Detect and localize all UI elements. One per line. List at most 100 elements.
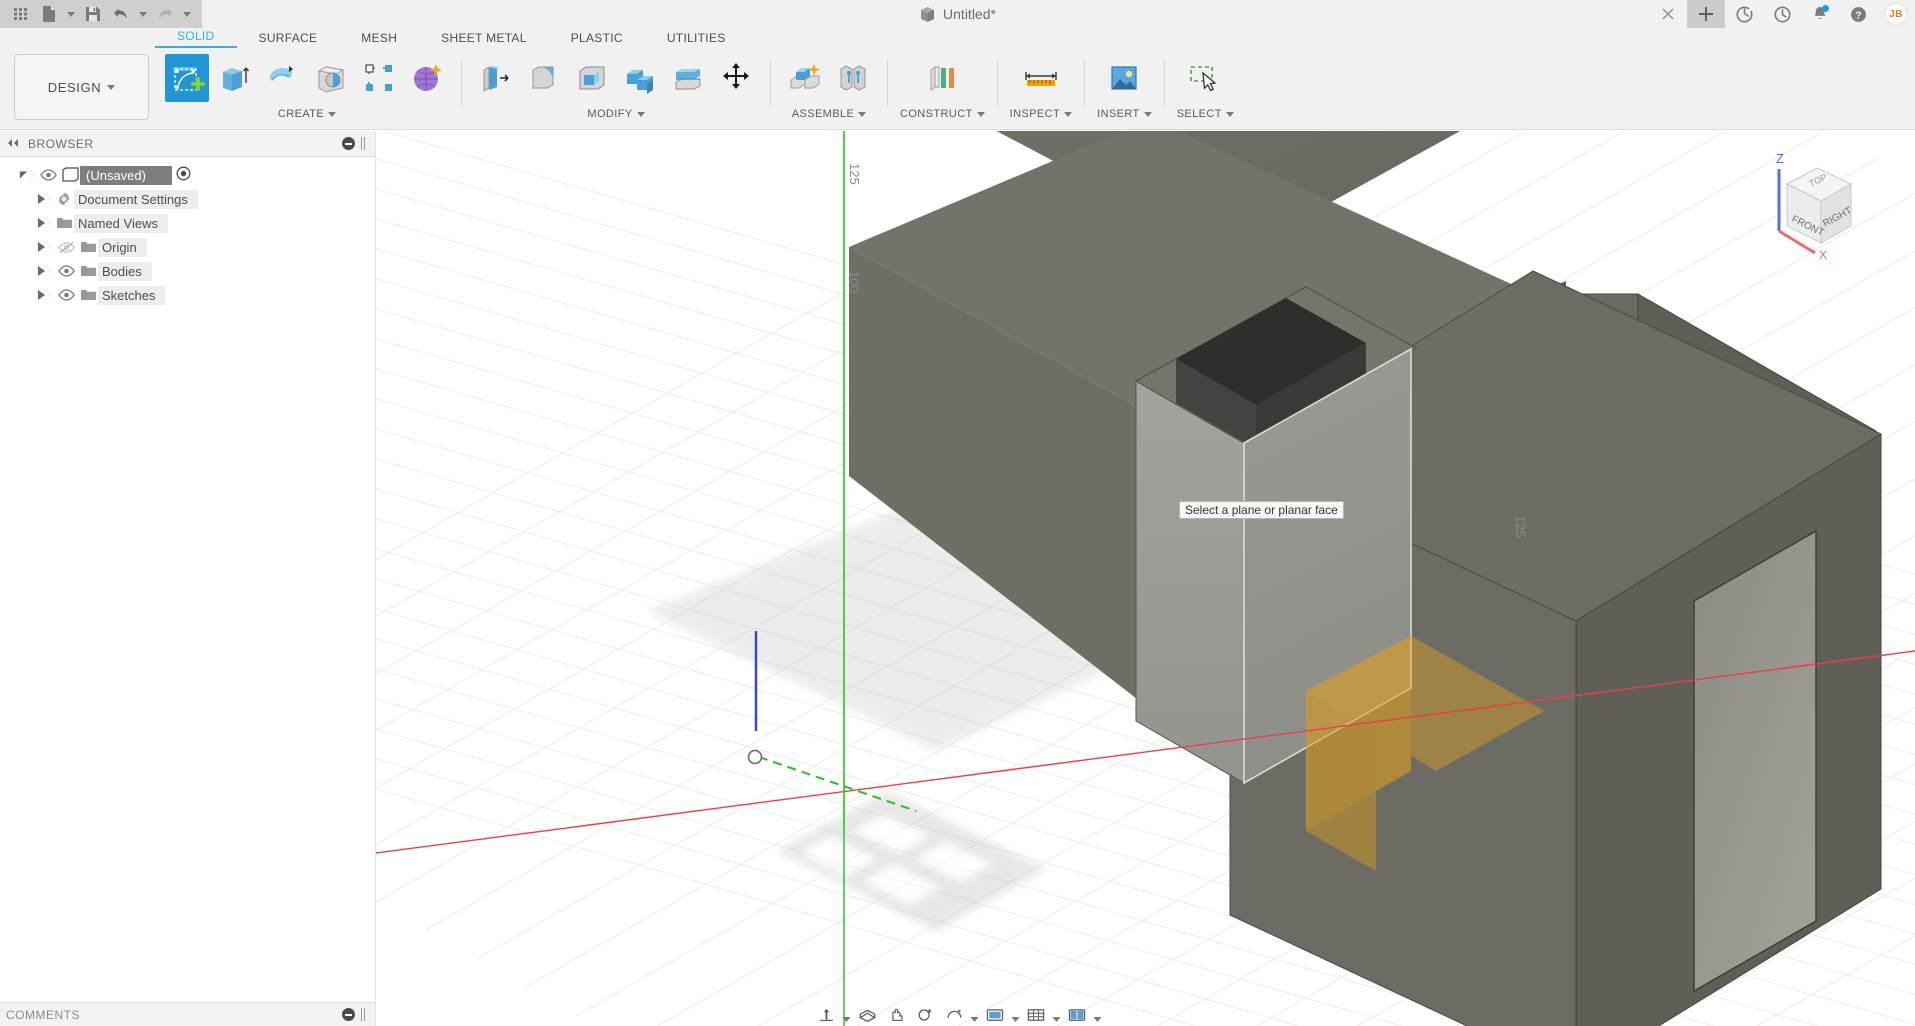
tree-item-document-settings[interactable]: Document Settings	[0, 187, 375, 211]
ribbon-group-create: CREATE	[159, 48, 455, 130]
app-grid-icon[interactable]	[8, 2, 34, 26]
comments-resize-grip[interactable]	[361, 1008, 367, 1021]
comments-panel[interactable]: COMMENTS	[0, 1002, 376, 1026]
comments-collapse-icon[interactable]	[342, 1008, 355, 1021]
file-dropdown-caret[interactable]	[64, 2, 78, 26]
undo-icon[interactable]	[108, 2, 134, 26]
workspace-selector[interactable]: DESIGN	[14, 54, 149, 120]
redo-dropdown-caret[interactable]	[180, 2, 194, 26]
tree-item-label: Document Settings	[74, 189, 198, 209]
notifications-icon[interactable]	[1801, 0, 1839, 28]
expand-triangle-icon[interactable]	[36, 235, 54, 259]
measure-icon[interactable]	[1019, 54, 1063, 102]
panel-resize-grip[interactable]	[361, 137, 367, 150]
ribbon-group-inspect: INSPECT	[1004, 48, 1078, 130]
combine-icon[interactable]	[618, 54, 662, 102]
ribbon-group-insert-label[interactable]: INSERT	[1097, 108, 1152, 120]
recent-icon[interactable]	[1763, 0, 1801, 28]
collapse-all-icon[interactable]	[342, 137, 355, 150]
display-settings-icon[interactable]	[982, 1004, 1008, 1026]
expand-triangle-icon[interactable]	[18, 163, 36, 187]
axis-label-125-top: 125	[847, 163, 862, 185]
expand-triangle-icon[interactable]	[36, 283, 54, 307]
visibility-eye-icon[interactable]	[54, 259, 78, 283]
pattern-icon[interactable]	[357, 54, 401, 102]
help-icon[interactable]: ?	[1839, 0, 1877, 28]
tab-utilities[interactable]: UTILITIES	[645, 31, 748, 48]
orbit-icon[interactable]	[813, 1004, 839, 1026]
look-at-icon[interactable]	[854, 1004, 880, 1026]
cube-icon	[921, 6, 935, 22]
extrude-icon[interactable]	[213, 54, 257, 102]
save-icon[interactable]	[80, 2, 106, 26]
tree-item-bodies[interactable]: Bodies	[0, 259, 375, 283]
comments-title: COMMENTS	[6, 1007, 80, 1022]
ribbon-group-construct-label[interactable]: CONSTRUCT	[900, 108, 985, 120]
tab-sheet-metal[interactable]: SHEET METAL	[419, 31, 549, 48]
avatar[interactable]: JB	[1877, 0, 1915, 28]
ribbon-group-assemble-label[interactable]: ASSEMBLE	[792, 108, 867, 120]
press-pull-icon[interactable]	[474, 54, 518, 102]
tab-mesh[interactable]: MESH	[339, 31, 419, 48]
insert-image-icon[interactable]	[1102, 54, 1146, 102]
orbit-dropdown-caret[interactable]	[842, 1004, 851, 1026]
view-cube[interactable]: Z X FRONT RIGHT TOP	[1753, 141, 1883, 266]
ribbon-group-inspect-label[interactable]: INSPECT	[1010, 108, 1073, 120]
tree-item-named-views[interactable]: Named Views	[0, 211, 375, 235]
zoom-icon[interactable]	[912, 1004, 938, 1026]
move-copy-icon[interactable]	[714, 54, 758, 102]
tree-item-label: (Unsaved)	[80, 165, 172, 185]
offset-face-icon[interactable]	[666, 54, 710, 102]
viewports-dropdown-caret[interactable]	[1093, 1004, 1102, 1026]
undo-dropdown-caret[interactable]	[136, 2, 150, 26]
tab-plastic[interactable]: PLASTIC	[549, 31, 645, 48]
ribbon-group-assemble: ASSEMBLE	[777, 48, 881, 130]
fit-icon[interactable]	[941, 1004, 967, 1026]
viewports-icon[interactable]	[1064, 1004, 1090, 1026]
display-dropdown-caret[interactable]	[1011, 1004, 1020, 1026]
sweep-icon[interactable]	[309, 54, 353, 102]
ribbon-group-construct: CONSTRUCT	[894, 48, 991, 130]
revolve-icon[interactable]	[261, 54, 305, 102]
shell-icon[interactable]	[570, 54, 614, 102]
expand-triangle-icon[interactable]	[36, 211, 54, 235]
select-window-icon[interactable]	[1183, 54, 1227, 102]
collapse-panel-icon[interactable]	[6, 136, 20, 151]
ribbon-group-create-label[interactable]: CREATE	[278, 108, 337, 120]
chevron-down-icon	[107, 84, 116, 90]
form-icon[interactable]	[405, 54, 449, 102]
ribbon-group-modify-label[interactable]: MODIFY	[587, 108, 645, 120]
joint-icon[interactable]	[831, 54, 875, 102]
create-sketch-icon[interactable]	[165, 54, 209, 102]
3d-viewport[interactable]: 125 100 125 Select a plane or planar fac…	[376, 131, 1915, 1026]
visibility-eye-hidden-icon[interactable]	[54, 235, 78, 259]
avatar-initials: JB	[1885, 3, 1907, 25]
fit-dropdown-caret[interactable]	[970, 1004, 979, 1026]
activate-component-icon[interactable]	[176, 166, 191, 184]
tab-solid[interactable]: SOLID	[155, 29, 237, 48]
offset-plane-icon[interactable]	[920, 54, 964, 102]
expand-triangle-icon[interactable]	[36, 259, 54, 283]
tree-item-sketches[interactable]: Sketches	[0, 283, 375, 307]
tab-surface[interactable]: SURFACE	[237, 31, 340, 48]
ribbon-group-select-label[interactable]: SELECT	[1177, 108, 1234, 120]
expand-triangle-icon[interactable]	[36, 187, 54, 211]
extensions-icon[interactable]	[1725, 0, 1763, 28]
grid-snaps-icon[interactable]	[1023, 1004, 1049, 1026]
close-tab-icon[interactable]	[1649, 0, 1687, 28]
visibility-eye-icon[interactable]	[36, 163, 60, 187]
redo-icon[interactable]	[152, 2, 178, 26]
tree-item-origin[interactable]: Origin	[0, 235, 375, 259]
visibility-eye-icon[interactable]	[54, 283, 78, 307]
axis-overlay: 125 100 125	[843, 131, 1528, 831]
pan-icon[interactable]	[883, 1004, 909, 1026]
viewport-tooltip: Select a plane or planar face	[1179, 501, 1344, 519]
new-tab-icon[interactable]	[1687, 0, 1725, 28]
new-component-icon[interactable]	[783, 54, 827, 102]
ribbon-separator	[887, 60, 888, 106]
grid-dropdown-caret[interactable]	[1052, 1004, 1061, 1026]
tree-item-unsaved[interactable]: (Unsaved)	[0, 163, 375, 187]
ribbon-separator	[996, 60, 998, 106]
fillet-icon[interactable]	[522, 54, 566, 102]
file-icon[interactable]	[36, 2, 62, 26]
